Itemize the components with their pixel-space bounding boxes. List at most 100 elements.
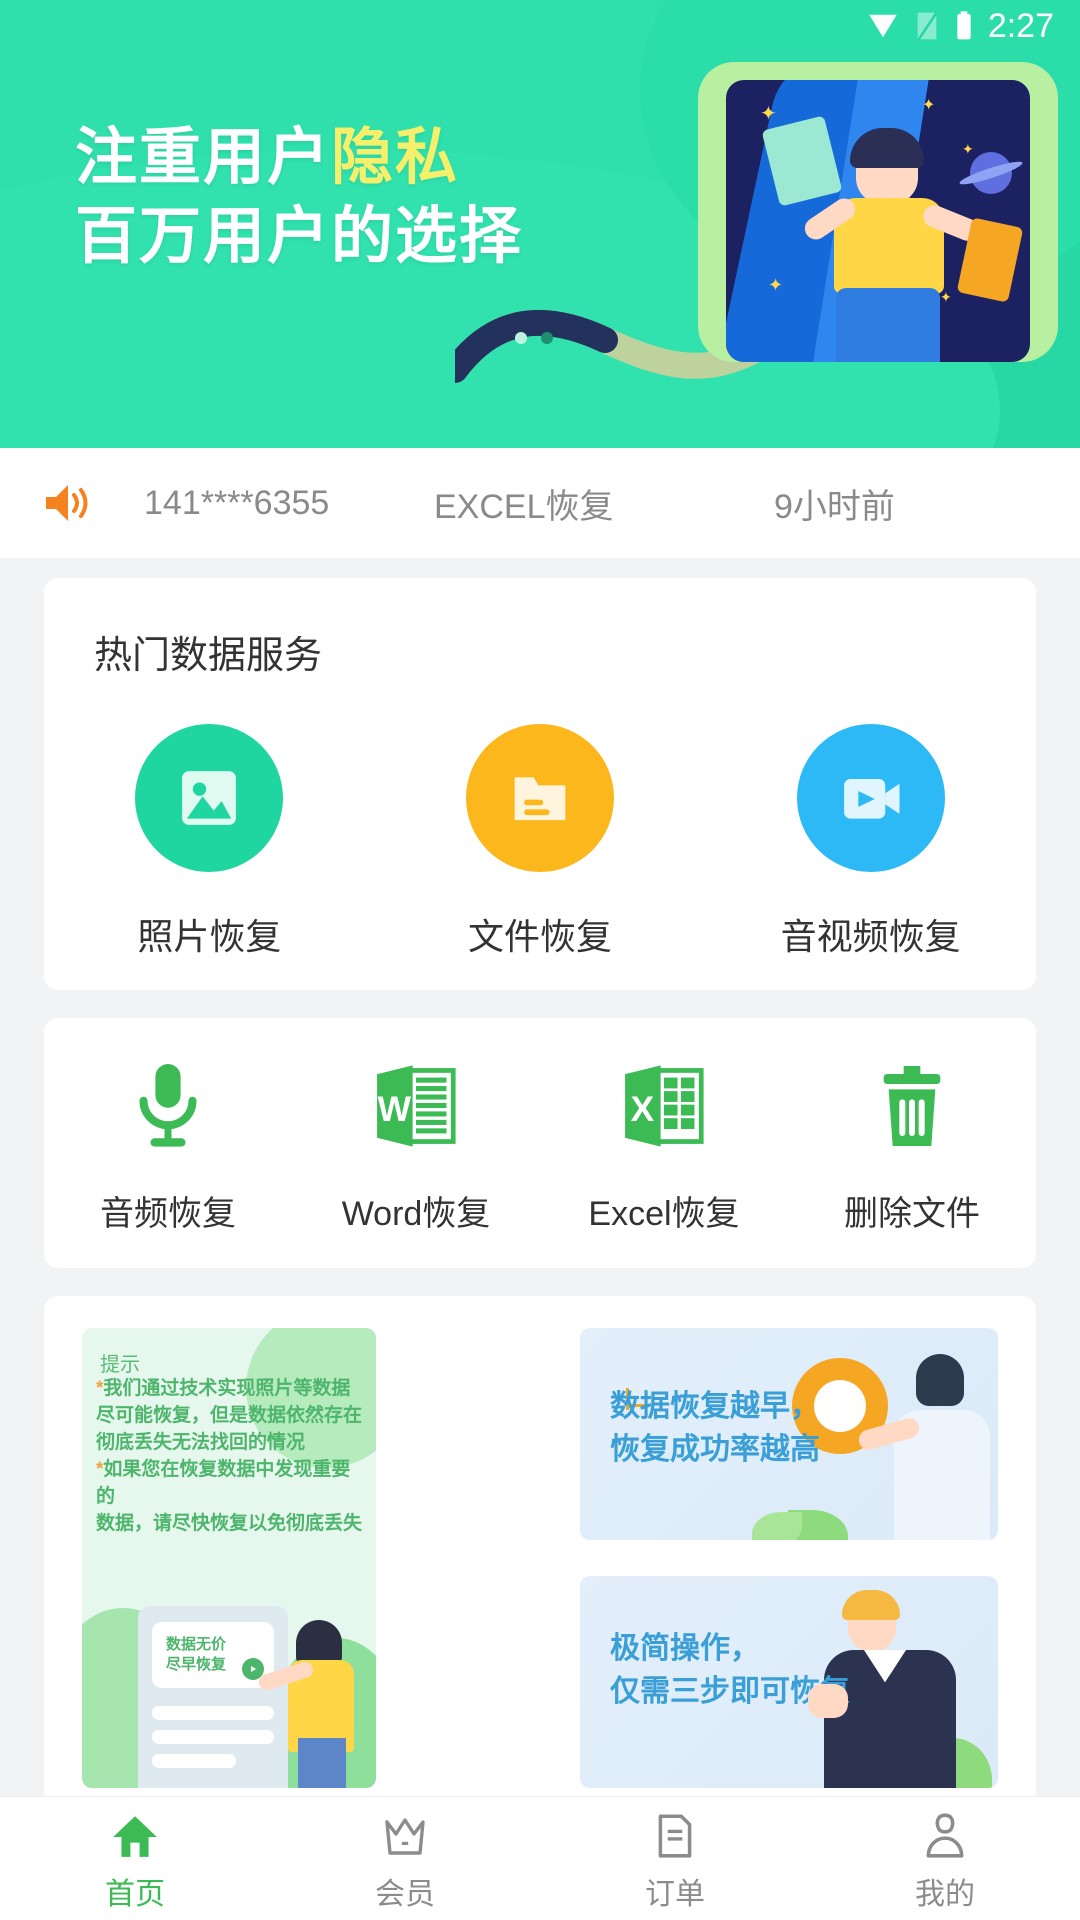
promo-right-column: 数据恢复越早， 恢复成功率越高 极简操作， 仅需三步即可恢复: [580, 1328, 998, 1788]
wifi-icon: [869, 14, 897, 38]
promo-bubble-line1: 数据无价: [166, 1635, 227, 1653]
promo-woman-hair: [916, 1354, 964, 1406]
tab-membership-label: 会员: [375, 1877, 435, 1911]
order-icon-wrap: [653, 1805, 697, 1861]
crown-icon: [385, 1817, 425, 1855]
promo-tip-card[interactable]: 提示 *我们通过技术实现照片等数据 尽可能恢复，但是数据依然存在 彻底丢失无法找…: [82, 1328, 376, 1788]
tab-orders-label: 订单: [645, 1877, 705, 1911]
tools-card: 音频恢复 W Word恢复 X Excel恢复 删除文件: [44, 1018, 1036, 1268]
person-icon-wrap: [921, 1805, 969, 1861]
speaker-icon: [46, 485, 88, 521]
banner-headline-line1-prefix: 注重用户: [75, 123, 332, 192]
carousel-dot-1[interactable]: [515, 332, 527, 344]
tab-home[interactable]: 首页: [0, 1805, 270, 1913]
promo-card-1-line1: 极简操作，: [610, 1632, 760, 1665]
promo-tip-line1c: 彻底丢失无法找回的情况: [96, 1431, 306, 1453]
hot-service-video[interactable]: 音视频恢复: [751, 724, 991, 960]
promo-card: 提示 *我们通过技术实现照片等数据 尽可能恢复，但是数据依然存在 彻底丢失无法找…: [44, 1296, 1036, 1808]
trash-icon: [883, 1066, 941, 1146]
promo-leaf-b: [752, 1512, 802, 1540]
tool-audio-recovery-label: 音频恢复: [100, 1195, 236, 1233]
star-icon: ✦: [760, 103, 777, 125]
tool-word-recovery[interactable]: W Word恢复: [316, 1058, 516, 1235]
hot-service-photo-label: 照片恢复: [137, 916, 282, 957]
video-icon: [843, 779, 900, 819]
tools-list: 音频恢复 W Word恢复 X Excel恢复 删除文件: [44, 1058, 1036, 1235]
crown-icon-wrap: [379, 1805, 431, 1861]
file-icon: [514, 777, 566, 821]
order-icon: [658, 1813, 692, 1858]
banner-headline-line2: 百万用户的选择: [75, 202, 524, 272]
svg-text:W: W: [378, 1089, 412, 1129]
tool-deleted-files-label: 删除文件: [844, 1195, 980, 1233]
signal-icon: [917, 11, 938, 41]
banner-headline-highlight: 隐私: [331, 123, 460, 192]
battery-icon: [957, 11, 971, 40]
tool-deleted-files[interactable]: 删除文件: [812, 1058, 1012, 1235]
promo-placeholder-line-2: [152, 1730, 274, 1744]
status-bar-time: 2:27: [987, 7, 1054, 45]
promo-banner-early-recovery[interactable]: 数据恢复越早， 恢复成功率越高: [580, 1328, 998, 1540]
promo-man-hair: [842, 1590, 900, 1620]
carousel-dots[interactable]: [515, 332, 553, 344]
star-icon: ✦: [768, 275, 784, 295]
promo-tip-line1b: 尽可能恢复，但是数据依然存在: [96, 1404, 363, 1426]
hot-services-title: 热门数据服务: [94, 635, 323, 677]
announcement-row[interactable]: 141****6355 EXCEL恢复 9小时前: [0, 448, 1080, 558]
promo-man-hand: [808, 1684, 848, 1718]
home-icon: [113, 1815, 157, 1857]
promo-banner-early-recovery-text: 数据恢复越早， 恢复成功率越高: [610, 1386, 820, 1471]
person-icon: [926, 1812, 964, 1858]
tab-profile-label: 我的: [915, 1877, 975, 1911]
excel-icon-wrap: X: [620, 1058, 708, 1154]
tool-audio-recovery[interactable]: 音频恢复: [68, 1058, 268, 1235]
promo-card-0-line1: 数据恢复越早，: [610, 1390, 820, 1423]
microphone-icon: [139, 1064, 197, 1147]
bottom-tab-bar: 首页 会员 订单 我的: [0, 1796, 1080, 1920]
word-icon: W: [377, 1065, 456, 1147]
svg-text:X: X: [630, 1089, 654, 1129]
promo-tip-title: 提示: [100, 1354, 140, 1376]
carousel-dot-2[interactable]: [541, 332, 553, 344]
hot-service-photo[interactable]: 照片恢复: [89, 724, 329, 960]
illustration-phone-screen: ✦ ✦ ✦ ✦ ✦ ✦: [726, 80, 1030, 362]
star-icon: ✦: [962, 141, 974, 157]
tab-orders[interactable]: 订单: [540, 1805, 810, 1913]
promo-girl-legs: [298, 1738, 346, 1788]
promo-tip-line1: 我们通过技术实现照片等数据: [103, 1378, 351, 1399]
promo-banner-simple-steps[interactable]: 极简操作， 仅需三步即可恢复: [580, 1576, 998, 1788]
hot-service-file[interactable]: 文件恢复: [420, 724, 660, 960]
promo-phone-mock: 数据无价 尽早恢复: [138, 1606, 288, 1788]
tool-word-recovery-label: Word恢复: [341, 1195, 491, 1233]
microphone-icon-wrap: [126, 1058, 210, 1154]
file-icon-circle: [465, 724, 614, 872]
hot-service-file-label: 文件恢复: [467, 916, 612, 957]
tool-excel-recovery[interactable]: X Excel恢复: [564, 1058, 764, 1235]
star-icon: ✦: [940, 289, 952, 305]
hot-services-card: 热门数据服务 照片恢复 文件恢复 音视频恢复: [44, 578, 1036, 990]
tab-profile[interactable]: 我的: [810, 1805, 1080, 1913]
tab-home-label: 首页: [105, 1877, 165, 1911]
promo-tip-line2: 如果您在恢复数据中发现重要的: [96, 1458, 351, 1507]
announcement-phone: 141****6355: [144, 483, 330, 522]
trash-icon-wrap: [872, 1058, 952, 1154]
planet-icon: [970, 152, 1012, 194]
promo-placeholder-line-3: [152, 1754, 236, 1768]
promo-bubble: 数据无价 尽早恢复: [152, 1622, 274, 1688]
photo-icon: [182, 771, 237, 825]
hot-services-list: 照片恢复 文件恢复 音视频恢复: [44, 724, 1036, 960]
promo-placeholder-line-1: [152, 1706, 274, 1720]
hero-banner-carousel[interactable]: ✦ ✦ ✦ ✦ ✦ ✦ 注重用户隐私 百万用户的选择: [0, 0, 1080, 448]
banner-illustration: ✦ ✦ ✦ ✦ ✦ ✦: [698, 62, 1058, 362]
promo-card-0-line2: 恢复成功率越高: [610, 1432, 820, 1466]
promo-tip-text: *我们通过技术实现照片等数据 尽可能恢复，但是数据依然存在 彻底丢失无法找回的情…: [96, 1376, 364, 1538]
announcement-type: EXCEL恢复: [434, 487, 614, 526]
announcement-time: 9小时前: [774, 487, 895, 526]
hot-service-video-label: 音视频恢复: [780, 916, 961, 957]
video-icon-circle: [796, 724, 945, 872]
tool-excel-recovery-label: Excel恢复: [588, 1195, 740, 1233]
banner-headline: 注重用户隐私 百万用户的选择: [75, 118, 523, 277]
status-bar: 2:27: [0, 0, 1080, 52]
tab-membership[interactable]: 会员: [270, 1805, 540, 1913]
photo-icon-circle: [135, 724, 284, 872]
